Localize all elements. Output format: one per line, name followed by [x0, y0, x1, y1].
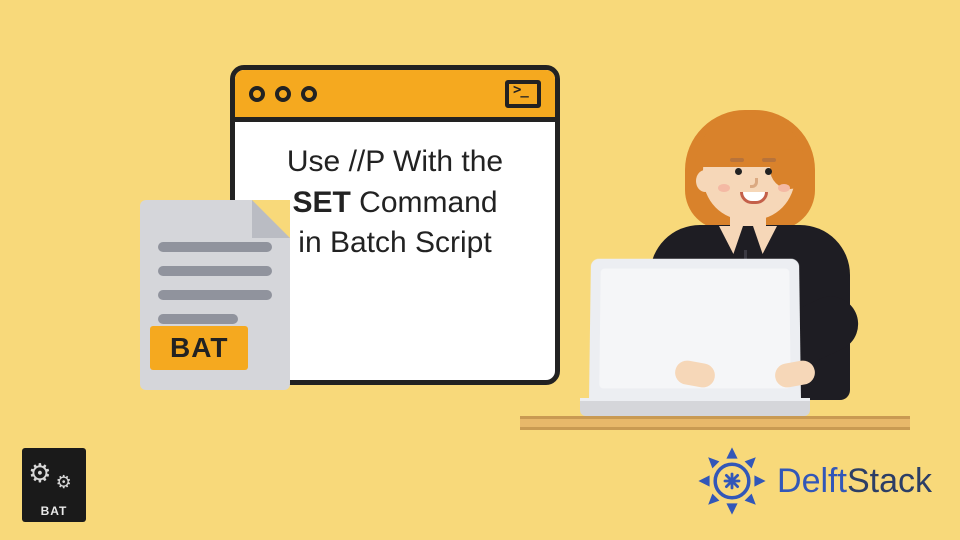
laptop-base: [580, 398, 810, 416]
headline-line-2: SET Command: [253, 183, 537, 224]
eyebrow: [730, 158, 744, 162]
person-illustration: [540, 70, 880, 450]
file-line: [158, 290, 272, 300]
file-line: [158, 266, 272, 276]
bat-file-card: BAT: [140, 200, 290, 390]
file-line: [158, 242, 272, 252]
headline-line-3: in Batch Script: [253, 223, 537, 264]
file-lines: [158, 242, 272, 338]
gear-icon: [22, 460, 86, 486]
bat-corner-icon: BAT: [22, 448, 86, 522]
brand-name-part2: Stack: [847, 462, 932, 500]
ear: [696, 170, 714, 192]
headline-line-2-rest: Command: [351, 186, 498, 219]
window-dot: [275, 86, 291, 102]
eye: [765, 168, 772, 175]
brand-logo-icon: [697, 446, 767, 516]
brand-name-part1: Delft: [777, 462, 847, 500]
desk: [520, 416, 910, 430]
window-titlebar: [235, 70, 555, 122]
headline-bold: SET: [292, 186, 350, 219]
eyebrow: [762, 158, 776, 162]
file-line: [158, 314, 238, 324]
brand-lockup: DelftStack: [697, 446, 932, 516]
collar: [723, 226, 773, 260]
blush: [718, 184, 730, 192]
blush: [778, 184, 790, 192]
window-controls: [249, 86, 317, 102]
brand-name: DelftStack: [777, 462, 932, 501]
headline-line-1: Use //P With the: [253, 142, 537, 183]
window-dot: [301, 86, 317, 102]
file-label: BAT: [150, 326, 248, 370]
window-dot: [249, 86, 265, 102]
eye: [735, 168, 742, 175]
bat-corner-label: BAT: [22, 504, 86, 518]
terminal-icon: [505, 80, 541, 108]
